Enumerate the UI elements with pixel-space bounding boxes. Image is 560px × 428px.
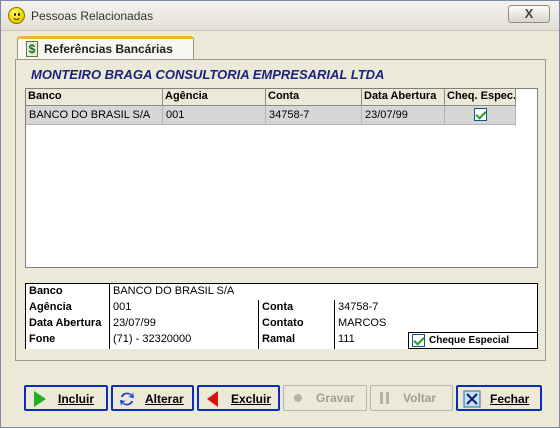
bank-references-grid[interactable]: Banco Agência Conta Data Abertura Cheq. … <box>25 88 538 268</box>
ramal-field[interactable]: 111 <box>335 332 409 349</box>
agencia-field[interactable]: 001 <box>110 300 259 317</box>
fone-label: Fone <box>26 332 110 349</box>
pessoas-relacionadas-window: Pessoas Relacionadas X $ Referências Ban… <box>0 0 560 428</box>
contato-label: Contato <box>259 316 335 333</box>
col-data-abertura-header[interactable]: Data Abertura <box>362 89 445 106</box>
data-abertura-field[interactable]: 23/07/99 <box>110 316 259 333</box>
smiley-icon <box>8 7 25 24</box>
detail-form: Banco BANCO DO BRASIL S/A Agência 001 Co… <box>25 283 538 349</box>
incluir-button[interactable]: Incluir <box>24 385 108 411</box>
record-icon <box>294 394 302 402</box>
conta-field[interactable]: 34758-7 <box>335 300 537 317</box>
data-abertura-label: Data Abertura <box>26 316 110 333</box>
cheque-especial-label: Cheque Especial <box>429 335 510 346</box>
banco-label: Banco <box>26 284 110 301</box>
cell-agencia: 001 <box>163 106 266 125</box>
tab-label: Referências Bancárias <box>44 42 173 56</box>
banco-field[interactable]: BANCO DO BRASIL S/A <box>110 284 537 301</box>
agencia-label: Agência <box>26 300 110 317</box>
cell-data-abertura: 23/07/99 <box>362 106 445 125</box>
back-arrow-icon <box>207 391 218 407</box>
table-row[interactable]: BANCO DO BRASIL S/A 001 34758-7 23/07/99 <box>26 106 516 125</box>
cell-conta: 34758-7 <box>266 106 362 125</box>
cheq-espec-checkbox[interactable] <box>473 108 487 121</box>
excluir-label: Excluir <box>231 392 272 406</box>
refresh-icon <box>120 392 134 406</box>
fechar-button[interactable]: Fechar <box>456 385 542 411</box>
dollar-icon: $ <box>26 41 38 57</box>
cell-banco: BANCO DO BRASIL S/A <box>26 106 163 125</box>
company-name: MONTEIRO BRAGA CONSULTORIA EMPRESARIAL L… <box>31 67 385 82</box>
ramal-label: Ramal <box>259 332 335 349</box>
col-conta-header[interactable]: Conta <box>266 89 362 106</box>
close-icon <box>463 390 481 408</box>
window-title: Pessoas Relacionadas <box>31 9 154 23</box>
alterar-label: Alterar <box>145 392 184 406</box>
contato-field[interactable]: MARCOS <box>335 316 537 333</box>
cell-cheq-espec <box>445 106 516 125</box>
col-agencia-header[interactable]: Agência <box>163 89 266 106</box>
gravar-button[interactable]: Gravar <box>283 385 367 411</box>
gravar-label: Gravar <box>316 391 355 405</box>
pause-icon <box>380 392 389 404</box>
title-bar[interactable]: Pessoas Relacionadas X <box>1 1 559 31</box>
conta-label: Conta <box>259 300 335 317</box>
play-icon <box>34 391 46 407</box>
col-banco-header[interactable]: Banco <box>26 89 163 106</box>
incluir-label: Incluir <box>58 392 95 406</box>
voltar-button[interactable]: Voltar <box>370 385 453 411</box>
col-cheq-espec-header[interactable]: Cheq. Espec. <box>445 89 516 106</box>
excluir-button[interactable]: Excluir <box>197 385 280 411</box>
fechar-label: Fechar <box>490 392 530 406</box>
alterar-button[interactable]: Alterar <box>111 385 194 411</box>
close-window-button[interactable]: X <box>508 5 550 23</box>
voltar-label: Voltar <box>403 391 437 405</box>
cheque-especial-checkbox[interactable] <box>412 334 425 347</box>
tab-referencias-bancarias[interactable]: $ Referências Bancárias <box>17 36 194 60</box>
fone-field[interactable]: (71) - 32320000 <box>110 332 259 349</box>
